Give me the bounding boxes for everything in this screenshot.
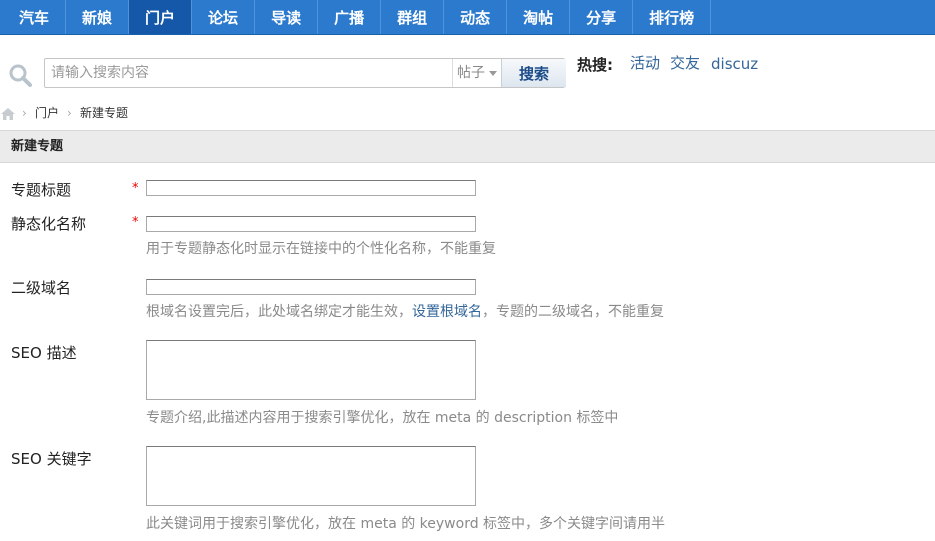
hot-link-friends[interactable]: 交友 bbox=[670, 52, 700, 73]
search-type-value: 帖子 bbox=[457, 65, 485, 81]
nav-list: 汽车 新娘 门户 论坛 导读 广播 群组 动态 淘帖 分享 排行榜 bbox=[0, 0, 935, 34]
search-input[interactable] bbox=[51, 64, 446, 82]
subdomain-label: 二级域名 bbox=[11, 279, 72, 297]
breadcrumb: › 门户 › 新建专题 bbox=[0, 98, 935, 130]
required-mark: * bbox=[132, 215, 139, 230]
nav-item-10[interactable]: 排行榜 bbox=[633, 0, 712, 34]
static-name-label: 静态化名称 bbox=[11, 215, 87, 233]
nav-item-8[interactable]: 淘帖 bbox=[507, 0, 571, 34]
nav-item-1[interactable]: 新娘 bbox=[66, 0, 130, 34]
search-bar: 帖子 搜索 热搜: 活动 交友 discuz bbox=[0, 35, 935, 97]
static-name-tip: 用于专题静态化时显示在链接中的个性化名称，不能重复 bbox=[146, 241, 496, 257]
nav-item-7[interactable]: 动态 bbox=[444, 0, 508, 34]
subdomain-input[interactable] bbox=[146, 279, 476, 295]
panel-title: 新建专题 bbox=[11, 139, 64, 154]
seo-keywords-label: SEO 关键字 bbox=[11, 450, 92, 468]
search-type-select[interactable]: 帖子 bbox=[452, 59, 500, 87]
nav-item-2[interactable]: 门户 bbox=[129, 0, 193, 34]
static-name-input[interactable] bbox=[146, 216, 476, 232]
breadcrumb-item-portal[interactable]: 门户 bbox=[35, 98, 59, 128]
hot-link-discuz[interactable]: discuz bbox=[711, 54, 759, 75]
nav-item-9[interactable]: 分享 bbox=[570, 0, 634, 34]
nav-item-6[interactable]: 群组 bbox=[381, 0, 445, 34]
seo-description-tip: 专题介绍,此描述内容用于搜索引擎优化，放在 meta 的 description… bbox=[146, 410, 619, 426]
subdomain-tip: 根域名设置完后，此处域名绑定才能生效，设置根域名，专题的二级域名，不能重复 bbox=[146, 301, 664, 321]
magnifier-icon bbox=[9, 64, 32, 87]
nav-item-3[interactable]: 论坛 bbox=[192, 0, 256, 34]
search-box: 帖子 搜索 bbox=[44, 58, 566, 88]
topic-title-label: 专题标题 bbox=[11, 181, 72, 199]
subdomain-tip-suffix: ，专题的二级域名，不能重复 bbox=[482, 304, 664, 320]
subdomain-tip-prefix: 根域名设置完后，此处域名绑定才能生效， bbox=[146, 304, 412, 320]
seo-description-label: SEO 描述 bbox=[11, 344, 77, 362]
hot-link-activity[interactable]: 活动 bbox=[630, 52, 660, 73]
nav-item-5[interactable]: 广播 bbox=[318, 0, 382, 34]
topic-title-input[interactable] bbox=[146, 180, 476, 196]
panel-header: 新建专题 bbox=[0, 130, 935, 163]
required-mark: * bbox=[132, 181, 139, 196]
seo-keywords-textarea[interactable] bbox=[146, 446, 476, 506]
hot-search-label: 热搜: bbox=[577, 56, 613, 74]
breadcrumb-item-current: 新建专题 bbox=[80, 106, 129, 120]
breadcrumb-separator: › bbox=[67, 106, 72, 120]
search-button[interactable]: 搜索 bbox=[501, 59, 566, 87]
nav-item-0[interactable]: 汽车 bbox=[3, 0, 67, 34]
seo-keywords-tip: 此关键词用于搜索引擎优化，放在 meta 的 keyword 标签中，多个关键字… bbox=[146, 516, 666, 532]
breadcrumb-separator: › bbox=[22, 106, 27, 120]
set-root-domain-link[interactable]: 设置根域名 bbox=[412, 304, 482, 320]
seo-description-textarea[interactable] bbox=[146, 340, 476, 400]
top-nav: 汽车 新娘 门户 论坛 导读 广播 群组 动态 淘帖 分享 排行榜 bbox=[0, 0, 935, 35]
nav-item-4[interactable]: 导读 bbox=[255, 0, 319, 34]
home-icon[interactable] bbox=[1, 108, 15, 120]
chevron-down-icon bbox=[489, 71, 497, 76]
